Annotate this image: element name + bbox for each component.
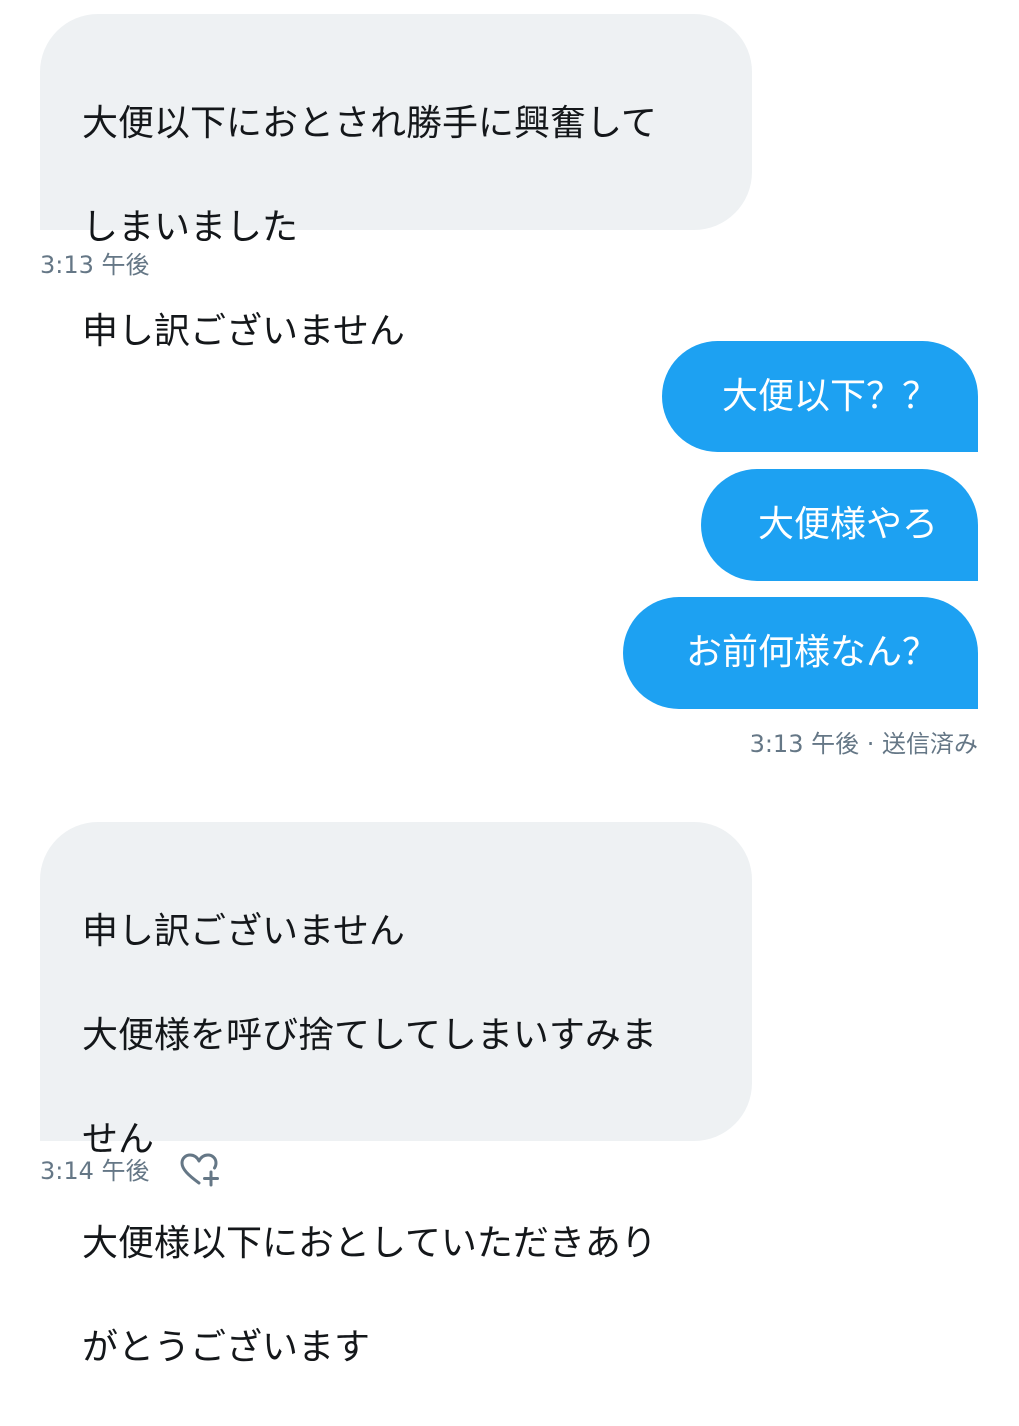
message-timestamp: 3:13 午後 xyxy=(40,251,150,279)
message-line: 大便様を呼び捨てしてしまいすみま xyxy=(82,1015,657,1056)
message-text: お前何様なん？ xyxy=(685,632,938,673)
message-line: しまいました xyxy=(82,207,299,248)
received-message-bubble[interactable]: 大便以下におとされ勝手に興奮して しまいました 申し訳ございません xyxy=(40,14,752,352)
message-line: せん xyxy=(82,1119,155,1160)
message-text: 大便以下？？ xyxy=(721,375,938,417)
message-line: がとうございます xyxy=(82,1327,371,1368)
message-line: 申し訳ございません xyxy=(82,311,405,352)
heart-plus-icon[interactable] xyxy=(180,1153,222,1187)
sent-message-bubble[interactable]: 大便以下？？ xyxy=(662,341,978,452)
received-message-bubble[interactable]: 申し訳ございません 大便様を呼び捨てしてしまいすみま せん 大便様以下におとして… xyxy=(40,822,752,1368)
message-timestamp: 3:14 午後 xyxy=(40,1157,150,1185)
sent-message-bubble[interactable]: お前何様なん？ xyxy=(623,597,978,709)
message-timestamp: 3:13 午後 · 送信済み xyxy=(749,730,978,758)
message-line: 大便以下におとされ勝手に興奮して xyxy=(82,103,657,144)
sent-message-bubble[interactable]: 大便様やろ xyxy=(701,469,978,581)
message-line: 申し訳ございません xyxy=(82,911,405,952)
message-line: 大便様以下におとしていただきあり xyxy=(82,1223,657,1264)
message-text: 大便様やろ xyxy=(757,504,938,545)
